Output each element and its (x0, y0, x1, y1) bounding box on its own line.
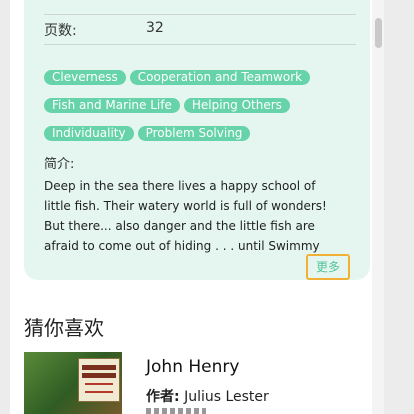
tag-list: Cleverness Cooperation and Teamwork Fish … (44, 66, 364, 150)
recommend-book-title[interactable]: John Henry (146, 357, 239, 377)
intro-label: 简介: (44, 157, 75, 172)
pages-value: 32 (146, 20, 164, 36)
tag-chip[interactable]: Cooperation and Teamwork (129, 70, 311, 85)
recommend-book-author: 作者: Julius Lester (146, 386, 269, 406)
book-info-card: 页数: 32 Cleverness Cooperation and Teamwor… (24, 0, 370, 280)
more-button[interactable]: 更多 (306, 254, 350, 280)
cover-title-plate (78, 358, 120, 402)
author-name: Julius Lester (184, 389, 269, 405)
tag-chip[interactable]: Individuality (44, 126, 134, 141)
tag-chip[interactable]: Cleverness (44, 70, 126, 85)
tag-chip[interactable]: Fish and Marine Life (44, 98, 180, 113)
pages-label: 页数: (44, 23, 77, 39)
truncated-text (146, 408, 206, 414)
divider (44, 44, 356, 45)
intro-text: Deep in the sea there lives a happy scho… (44, 179, 327, 253)
divider (44, 14, 356, 15)
book-cover-image[interactable] (24, 352, 122, 414)
tag-chip[interactable]: Helping Others (183, 98, 290, 113)
tag-chip[interactable]: Problem Solving (137, 126, 251, 141)
book-detail-page: 页数: 32 Cleverness Cooperation and Teamwor… (10, 0, 384, 414)
scrollbar-thumb[interactable] (375, 18, 382, 48)
scrollbar[interactable] (372, 0, 384, 414)
section-title-recommend: 猜你喜欢 (24, 316, 104, 340)
author-label: 作者: (146, 389, 180, 405)
